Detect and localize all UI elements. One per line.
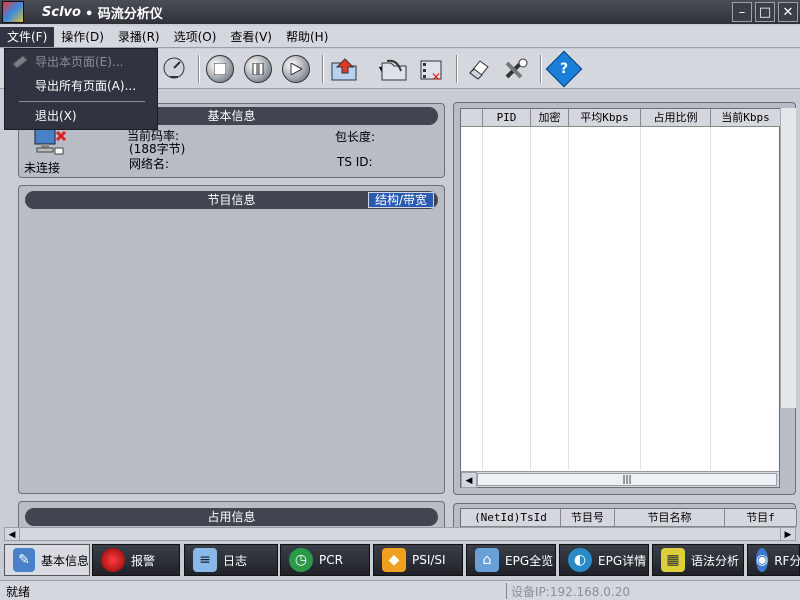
tab-rf-analysis[interactable]: ◉ RF分 [747,544,800,576]
col-netid-tsid[interactable]: (NetId)TsId [461,509,561,527]
program-info-panel: 节目信息 结构/带宽 [18,185,445,494]
col-program-extra[interactable]: 节目f [725,509,797,527]
pid-table-header: PID 加密 平均Kbps 占用比例 当前Kbps [461,109,781,127]
close-button[interactable]: ✕ [778,2,798,22]
menu-separator [19,101,145,102]
main-scroll-right[interactable]: ▶ [780,527,796,541]
rf-icon: ◉ [756,548,769,572]
network-name-label: 网络名: [129,157,170,171]
scroll-thumb[interactable]: ||| [477,473,777,486]
tab-epg-overview[interactable]: ⌂ EPG全览 [466,544,556,576]
import-button[interactable] [378,53,410,85]
tab-basic-info[interactable]: ✎ 基本信息 [4,544,90,576]
col-avg-kbps[interactable]: 平均Kbps [569,109,641,127]
maximize-button[interactable]: □ [755,2,775,22]
pause-button[interactable] [242,53,274,85]
packet-length-label: 包长度: [335,130,376,144]
occupy-info-header: 占用信息 [25,508,438,526]
pid-table[interactable]: PID 加密 平均Kbps 占用比例 当前Kbps ◀ ||| [460,108,781,488]
help-button[interactable]: ? [545,50,583,88]
tab-log[interactable]: ≡ 日志 [184,544,278,576]
basic-info-icon: ✎ [13,548,35,572]
exit-item[interactable]: 退出(X) [5,106,157,126]
col-pid[interactable]: PID [483,109,531,127]
satellite-button[interactable] [158,53,190,85]
settings-button[interactable] [500,53,532,85]
eraser-icon [469,60,489,80]
device-ip: 设备IP:192.168.0.20 [506,583,800,599]
clear-button[interactable] [462,53,494,85]
pause-icon [252,63,264,75]
connection-status: 未连接 [24,161,61,175]
export-current-page-item[interactable]: 导出本页面(E)... [5,52,157,72]
open-file-button[interactable] [328,53,360,85]
question-icon: ? [559,61,569,77]
folder-open-icon [331,58,357,81]
menu-view[interactable]: 查看(V) [223,27,279,47]
epg-overview-icon: ⌂ [475,548,499,572]
app-icon [2,1,24,23]
program-info-title: 节目信息 [207,193,256,207]
program-info-header: 节目信息 结构/带宽 [25,191,438,209]
menu-bar: 文件(F) 操作(D) 录播(R) 选项(O) 查看(V) 帮助(H) [0,26,800,48]
alarm-icon [101,548,125,572]
tab-pcr[interactable]: ◷ PCR [280,544,370,576]
structure-bandwidth-button[interactable]: 结构/带宽 [367,192,434,208]
play-button[interactable] [280,53,312,85]
title-bar: Sclvo • 码流分析仪 – □ ✕ [0,0,800,24]
status-text: 就绪 [6,585,31,599]
col-current-kbps[interactable]: 当前Kbps [711,109,781,127]
play-icon [290,63,302,75]
window-title: • 码流分析仪 [84,6,163,22]
file-menu-dropdown: 导出本页面(E)... 导出所有页面(A)... 退出(X) [4,48,158,130]
menu-file[interactable]: 文件(F) [0,26,55,47]
bottom-tab-bar: ✎ 基本信息 报警 ≡ 日志 ◷ PCR ◆ PSI/SI ⌂ EPG全览 ◐ … [0,542,800,578]
clock-icon: ◷ [289,548,313,572]
minimize-button[interactable]: – [732,2,752,22]
menu-operation[interactable]: 操作(D) [54,27,111,47]
scroll-left-arrow[interactable]: ◀ [461,472,477,488]
stop-icon [214,63,226,75]
tab-alarm[interactable]: 报警 [92,544,180,576]
tab-psi-si[interactable]: ◆ PSI/SI [373,544,463,576]
pid-table-vscroll[interactable] [780,108,796,408]
satellite-dish-icon [163,57,185,79]
main-hscroll[interactable]: ◀ ▶ [4,527,796,541]
service-table-header: (NetId)TsId 节目号 节目名称 节目f [461,509,797,527]
menu-options[interactable]: 选项(O) [167,27,224,47]
ts-id-label: TS ID: [337,155,373,169]
epg-detail-icon: ◐ [568,548,592,572]
stop-button[interactable] [204,53,236,85]
col-encrypted[interactable]: 加密 [531,109,569,127]
col-ratio[interactable]: 占用比例 [641,109,711,127]
psi-si-icon: ◆ [382,548,406,572]
tab-syntax-analysis[interactable]: ▦ 语法分析 [652,544,744,576]
log-book-icon: ≡ [193,548,217,572]
pid-table-hscroll[interactable]: ◀ ||| [461,471,779,488]
folder-arrow-icon [381,59,407,81]
syntax-table-icon: ▦ [661,548,685,572]
service-table[interactable]: (NetId)TsId 节目号 节目名称 节目f [460,508,797,528]
status-bar: 就绪 设备IP:192.168.0.20 [0,580,800,600]
tab-epg-detail[interactable]: ◐ EPG详情 [559,544,649,576]
record-film-button[interactable]: ✕ [416,53,448,85]
brand-name: Sclvo [42,4,81,20]
disconnected-computer-icon [34,127,67,155]
svg-text:✕: ✕ [431,70,441,83]
menu-help[interactable]: 帮助(H) [279,27,335,47]
main-scroll-left[interactable]: ◀ [4,527,20,541]
col-program-number[interactable]: 节目号 [561,509,615,527]
col-program-name[interactable]: 节目名称 [615,509,725,527]
tools-icon [505,58,528,79]
menu-record[interactable]: 录播(R) [111,27,167,47]
film-icon: ✕ [420,60,442,83]
export-all-pages-item[interactable]: 导出所有页面(A)... [5,76,157,96]
